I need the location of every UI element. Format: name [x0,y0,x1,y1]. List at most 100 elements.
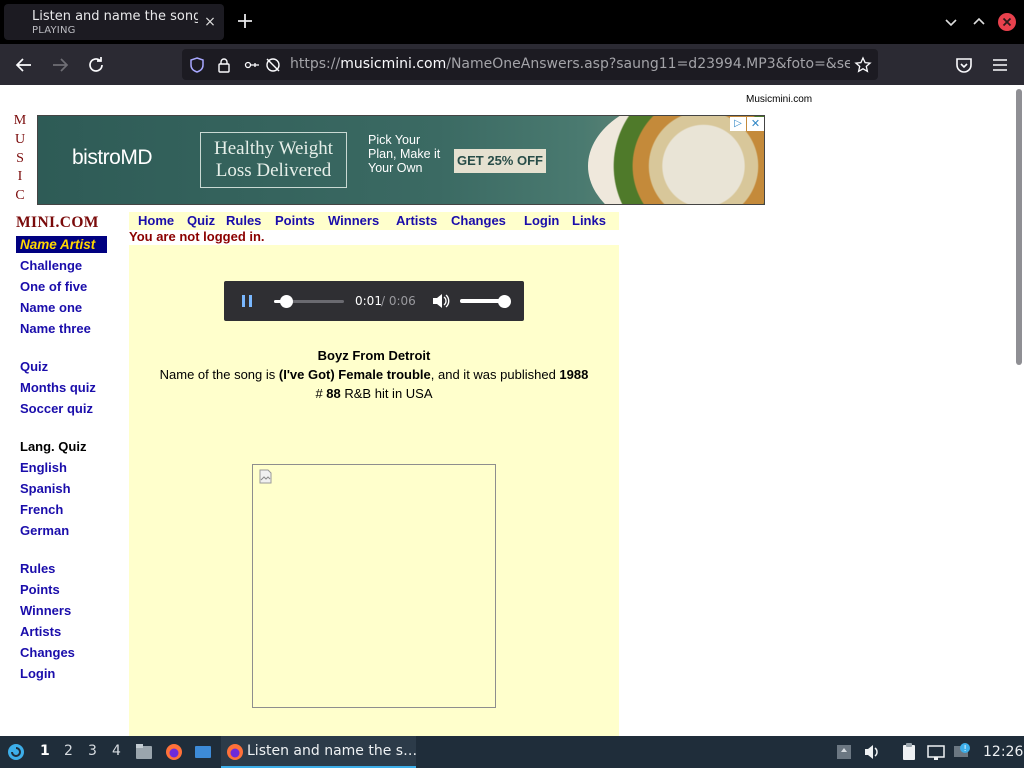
nav-winners[interactable]: Winners [328,213,379,228]
sidebar-item-rules[interactable]: Rules [16,558,112,579]
workspace-4[interactable]: 4 [112,743,121,759]
navigation-toolbar: https://musicmini.com/NameOneAnswers.asp… [0,44,1024,85]
pause-icon[interactable] [240,294,254,308]
workspace-3[interactable]: 3 [88,743,97,759]
main-content: 0:01 / 0:06 Boyz From Detroit Name of th… [129,245,619,736]
desktop-icon[interactable] [193,742,213,762]
firefox-icon [227,744,243,760]
forward-arrow-icon[interactable] [49,54,71,76]
nav-login[interactable]: Login [524,213,559,228]
song-year: 1988 [559,367,589,382]
volume-knob[interactable] [498,295,511,308]
progress-knob[interactable] [279,295,293,308]
login-status: You are not logged in. [129,229,265,244]
sidebar-item-english[interactable]: English [16,457,112,478]
ad-cta-button[interactable]: GET 25% OFF [454,149,546,173]
audio-player[interactable]: 0:01 / 0:06 [224,281,524,321]
menu-hamburger-icon[interactable] [989,54,1011,76]
speaker-icon[interactable] [862,742,882,762]
new-tab-icon[interactable] [234,10,256,32]
sidebar-item-winners[interactable]: Winners [16,600,112,621]
sidebar-item-artists[interactable]: Artists [16,621,112,642]
ad-choices-icon[interactable]: ▷ [730,117,746,131]
sidebar-item-german[interactable]: German [16,520,112,541]
svg-text:!: ! [964,744,967,753]
shield-icon[interactable] [188,56,206,74]
tab-playing-status: PLAYING [32,25,76,36]
name-artist-badge[interactable]: Name Artist [16,236,107,253]
sidebar-item-months-quiz[interactable]: Months quiz [16,377,112,398]
rank-suffix: R&B hit in USA [340,386,433,401]
ad-brand: bistroMD [72,146,153,169]
url-scheme: https:// [290,56,341,72]
permissions-icon[interactable] [243,56,261,74]
app-launcher-icon[interactable] [6,742,26,762]
song-artist: Boyz From Detroit [317,348,431,363]
current-time: 0:01 [355,294,382,308]
bookmark-star-icon[interactable] [854,56,872,74]
sidebar-item-changes[interactable]: Changes [16,642,112,663]
album-image-placeholder [252,464,496,708]
logo-letter: M [13,113,27,128]
maximize-icon[interactable] [971,14,987,30]
sidebar-item-login[interactable]: Login [16,663,112,684]
clipboard-icon[interactable] [899,742,919,762]
volume-icon[interactable] [432,293,450,309]
song-line-mid: , and it was published [430,367,560,382]
logo-letter: U [14,131,26,147]
workspace-1[interactable]: 1 [40,743,50,759]
sidebar-item-french[interactable]: French [16,499,112,520]
back-arrow-icon[interactable] [13,54,35,76]
window-close-icon[interactable] [998,13,1016,31]
upload-tray-icon[interactable] [834,742,854,762]
logo-wordmark[interactable]: MINI.COM [16,214,99,232]
workspace-2[interactable]: 2 [64,743,73,759]
broken-image-icon [259,469,272,484]
sidebar-item-quiz[interactable]: Quiz [16,356,112,377]
tab-close-icon[interactable]: × [201,13,219,31]
nav-changes[interactable]: Changes [451,213,506,228]
logo-vertical[interactable]: M U S I C [12,112,28,206]
autoplay-blocked-icon[interactable] [264,56,282,74]
site-label: Musicmini.com [746,94,813,105]
lock-icon[interactable] [215,56,233,74]
sidebar-item-soccer-quiz[interactable]: Soccer quiz [16,398,112,419]
ad-headline: Healthy Weight Loss Delivered [214,138,333,181]
sidebar-menu: Name Artist Challenge One of five Name o… [16,236,112,684]
url-text[interactable]: https://musicmini.com/NameOneAnswers.asp… [290,56,850,72]
nav-points[interactable]: Points [275,213,315,228]
web-page: Musicmini.com M U S I C bistroMD Healthy… [0,85,1014,736]
duration: / 0:06 [381,294,416,308]
nav-rules[interactable]: Rules [226,213,261,228]
nav-links[interactable]: Links [572,213,606,228]
ad-headline-box: Healthy Weight Loss Delivered [200,132,347,188]
sidebar-item-spanish[interactable]: Spanish [16,478,112,499]
page-scrollbar[interactable] [1014,85,1024,736]
advertisement-banner[interactable]: bistroMD Healthy Weight Loss Delivered P… [37,115,765,205]
sidebar-item-challenge[interactable]: Challenge [16,255,112,276]
tab-title: Listen and name the song [32,9,198,24]
notification-icon[interactable]: ! [952,742,972,762]
taskbar-task-firefox[interactable]: Listen and name the s… [221,736,417,768]
nav-artists[interactable]: Artists [396,213,437,228]
url-path: /NameOneAnswers.asp?saung11=d23994.MP3&f… [446,56,850,72]
sidebar-item-one-of-five[interactable]: One of five [16,276,112,297]
network-icon[interactable] [926,742,946,762]
song-answer: Boyz From Detroit Name of the song is (I… [129,346,619,403]
active-tab[interactable]: Listen and name the song PLAYING × [4,4,224,40]
ad-close-icon[interactable]: ✕ [747,117,764,131]
nav-quiz[interactable]: Quiz [187,213,215,228]
reload-icon[interactable] [85,54,107,76]
chart-rank: 88 [326,386,341,401]
sidebar-item-name-one[interactable]: Name one [16,297,112,318]
firefox-icon[interactable] [164,742,184,762]
ad-subtext: Pick Your Plan, Make it Your Own [368,133,441,175]
sidebar-item-name-three[interactable]: Name three [16,318,112,339]
scrollbar-thumb[interactable] [1016,89,1022,365]
chevron-down-icon[interactable] [943,14,959,30]
sidebar-item-points[interactable]: Points [16,579,112,600]
nav-home[interactable]: Home [138,213,174,228]
file-manager-icon[interactable] [134,742,154,762]
address-bar[interactable]: https://musicmini.com/NameOneAnswers.asp… [182,49,878,80]
pocket-icon[interactable] [953,54,975,76]
